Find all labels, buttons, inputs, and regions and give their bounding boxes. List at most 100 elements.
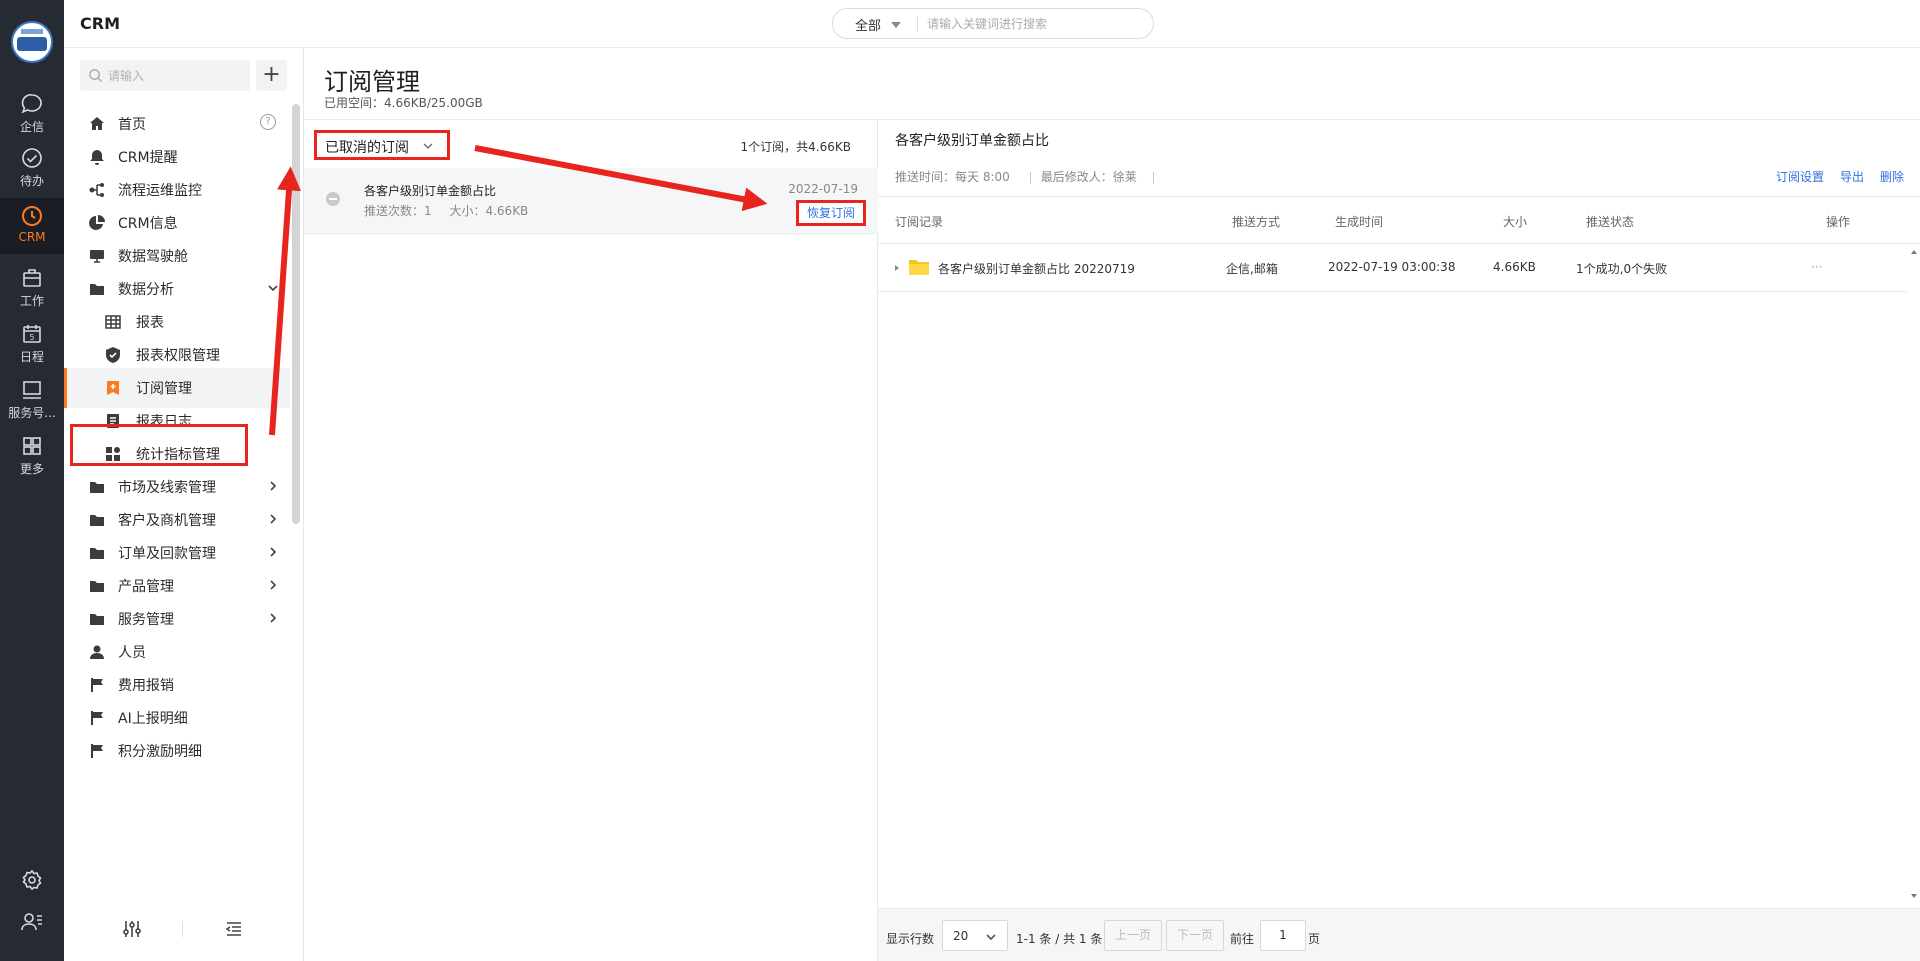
record-size: 4.66KB [1493,260,1536,274]
generated-time: 2022-07-19 03:00:38 [1328,260,1456,274]
rail-label: 待办 [19,174,44,188]
clock-icon [22,206,42,226]
page-header: 订阅管理 已用空间：4.66KB/25.00GB [304,48,1920,120]
folder-icon [90,284,104,295]
subscription-name: 各客户级别订单金额占比 [364,184,497,198]
rail-item-todo[interactable]: 待办 [0,140,64,192]
chevron-right-icon[interactable] [266,545,280,559]
sidebar-item-label: CRM提醒 [118,150,178,166]
caret-down-icon[interactable] [891,22,901,28]
sidebar-item-label: 费用报销 [118,678,174,694]
scroll-up-icon[interactable] [1911,250,1917,254]
page-size-value: 20 [953,929,969,943]
scroll-down-icon[interactable] [1911,894,1917,898]
page-title: 订阅管理 [324,68,420,96]
pagination: 显示行数 20 1-1 条 / 共 1 条 上一页 下一页 前往 1 页 [878,908,1920,961]
restore-subscription-button[interactable]: 恢复订阅 [796,200,866,226]
sidebar-item-points[interactable]: 积分激励明细 [64,731,290,771]
search-icon [89,69,103,83]
settings-gear-icon[interactable] [20,868,44,892]
page-number-input[interactable]: 1 [1260,920,1306,951]
sidebar-item-label: 数据分析 [118,282,174,298]
chevron-right-icon[interactable] [266,578,280,592]
grid-icon [23,437,41,455]
subscription-filter-dropdown[interactable]: 已取消的订阅 [314,130,450,160]
chevron-down-icon [423,143,433,149]
add-button[interactable]: + [256,60,287,91]
column-header: 订阅记录 [895,215,944,229]
app-rail: 企信 待办 CRM 工作 5 日程 服务号... 更多 [0,0,64,961]
global-search[interactable]: 全部 [832,8,1154,39]
sidebar-item-label: 市场及线索管理 [118,480,216,496]
export-link[interactable]: 导出 [1840,170,1864,184]
subscription-size: 大小：4.66KB [449,204,529,218]
search-scope-select[interactable]: 全部 [855,15,881,34]
record-name: 各客户级别订单金额占比 20220719 [938,262,1135,276]
chevron-right-icon[interactable] [266,479,280,493]
user-avatar[interactable] [11,21,53,63]
rail-item-service[interactable]: 服务号... [0,372,64,424]
divider [182,921,183,937]
flow-icon [89,183,104,197]
table-row[interactable]: 各客户级别订单金额占比 20220719 企信,邮箱 2022-07-19 03… [878,244,1908,292]
chevron-right-icon[interactable] [266,611,280,625]
rail-label: 工作 [19,294,44,308]
subscription-list-item[interactable]: 各客户级别订单金额占比 推送次数：1 大小：4.66KB 2022-07-19 … [304,168,878,234]
rail-label: 企信 [19,120,44,134]
sidebar: + ? 首页 CRM提醒 流程运维监控 CRM信息 数据驾驶舱 数据分析 报表 … [64,48,304,961]
rail-item-crm[interactable]: CRM [0,198,64,254]
sidebar-scrollbar[interactable] [292,104,300,524]
rail-item-work[interactable]: 工作 [0,260,64,312]
storage-usage: 已用空间：4.66KB/25.00GB [324,96,483,110]
subscription-meta: 推送次数：1 大小：4.66KB [364,202,528,219]
sidebar-item-label: 报表 [136,315,164,331]
folder-icon [90,614,104,625]
detail-scrollbar[interactable] [1908,244,1920,904]
delete-link[interactable]: 删除 [1880,170,1904,184]
folder-icon [909,260,929,275]
divider [917,17,918,31]
global-search-input[interactable] [927,14,1137,34]
push-status: 1个成功,0个失败 [1576,262,1668,276]
top-bar: CRM 全部 [64,0,1920,48]
check-circle-icon [22,148,42,168]
annotation-highlight-box [70,424,248,466]
user-list-icon[interactable] [20,910,44,934]
more-options-icon[interactable]: ··· [1811,260,1822,274]
chevron-down-icon[interactable] [266,281,280,295]
bookmark-icon [107,381,119,395]
sidebar-footer [64,907,304,951]
bell-icon [90,150,104,165]
folder-icon [90,482,104,493]
rail-item-qixin[interactable]: 企信 [0,86,64,138]
prev-page-button[interactable]: 上一页 [1104,920,1162,951]
sidebar-item-label: 流程运维监控 [118,183,202,199]
sidebar-search-input[interactable] [108,66,238,86]
sidebar-search[interactable] [80,60,250,91]
sidebar-item-label: 客户及商机管理 [118,513,216,529]
column-header: 推送状态 [1586,215,1635,229]
flag-icon [91,744,103,758]
calendar-icon: 5 [23,325,41,343]
sidebar-item-label: 产品管理 [118,579,174,595]
sliders-icon[interactable] [122,919,142,939]
sidebar-item-label: 订单及回款管理 [118,546,216,562]
chevron-down-icon [986,934,996,941]
page-range: 1-1 条 / 共 1 条 [1016,932,1103,946]
dashboard-icon [90,250,104,263]
home-icon [90,117,104,130]
rail-item-schedule[interactable]: 5 日程 [0,316,64,368]
page-size-select[interactable]: 20 [942,920,1008,951]
sidebar-item-label: 首页 [118,117,146,133]
rail-item-more[interactable]: 更多 [0,428,64,480]
next-page-button[interactable]: 下一页 [1166,920,1224,951]
sidebar-item-label: 报表权限管理 [136,348,220,364]
expand-arrow-icon[interactable] [895,265,899,271]
rail-label: CRM [18,230,46,244]
folder-icon [90,548,104,559]
sidebar-item-label: 人员 [118,645,146,661]
subscription-settings-link[interactable]: 订阅设置 [1776,170,1824,184]
rail-label: 服务号... [8,406,56,420]
chevron-right-icon[interactable] [266,512,280,526]
collapse-menu-icon[interactable] [224,919,244,939]
